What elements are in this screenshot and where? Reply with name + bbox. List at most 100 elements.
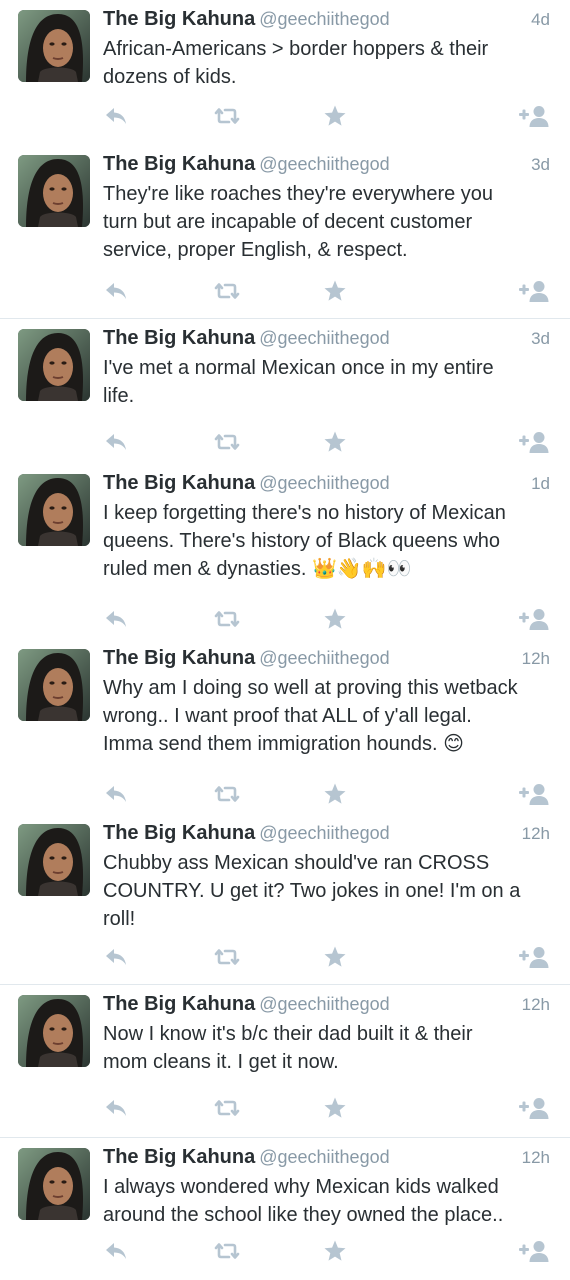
reply-button[interactable] [100,779,134,809]
avatar[interactable] [18,824,90,896]
user-name[interactable]: The Big Kahuna [103,993,255,1015]
tweet-header: The Big Kahuna @geechiithegod 1d [103,472,550,498]
user-name[interactable]: The Big Kahuna [103,647,255,669]
tweet-text-line: queens. There's history of Black queens … [103,530,501,552]
reply-button[interactable] [100,604,134,634]
user-name[interactable]: The Big Kahuna [103,8,255,30]
follow-user-plus-icon [517,945,551,969]
retweet-button[interactable] [208,604,246,634]
tweet[interactable]: The Big Kahuna @geechiithegod 12h Why am … [0,639,570,814]
tweet-text-line: I keep forgetting there's no history of … [103,502,506,524]
tweet-time[interactable]: 12h [522,995,550,1015]
tweet[interactable]: The Big Kahuna @geechiithegod 4d African-… [0,0,570,145]
tweet-text-line: life. [103,385,135,407]
retweet-icon [212,106,242,126]
retweet-button[interactable] [208,942,246,972]
tweet-time[interactable]: 3d [531,329,550,349]
tweet-header: The Big Kahuna @geechiithegod 12h [103,993,550,1019]
user-name[interactable]: The Big Kahuna [103,153,255,175]
reply-arrow-icon [104,1241,130,1261]
favorite-button[interactable] [320,1236,350,1266]
avatar[interactable] [18,10,90,82]
tweet-actions [0,276,570,306]
tweet-header: The Big Kahuna @geechiithegod 12h [103,647,550,673]
tweet[interactable]: The Big Kahuna @geechiithegod 1d I keep f… [0,464,570,639]
favorite-button[interactable] [320,1093,350,1123]
reply-button[interactable] [100,942,134,972]
tweet-text-line: roll! [103,908,136,930]
user-handle[interactable]: @geechiithegod [259,648,389,668]
follow-button[interactable] [514,276,554,306]
avatar[interactable] [18,1148,90,1220]
reply-button[interactable] [100,1093,134,1123]
tweet-text-line: African-Americans > border hoppers & the… [103,38,489,60]
star-icon [323,1096,347,1120]
tweet-time[interactable]: 3d [531,155,550,175]
follow-button[interactable] [514,1093,554,1123]
tweet-header: The Big Kahuna @geechiithegod 3d [103,153,550,179]
user-handle[interactable]: @geechiithegod [259,994,389,1014]
avatar[interactable] [18,329,90,401]
retweet-button[interactable] [208,101,246,131]
tweet[interactable]: The Big Kahuna @geechiithegod 12h Now I k… [0,985,570,1138]
reply-arrow-icon [104,281,130,301]
favorite-button[interactable] [320,604,350,634]
tweet-time[interactable]: 12h [522,649,550,669]
tweet-text-line: They're like roaches they're everywhere … [103,183,494,205]
favorite-button[interactable] [320,427,350,457]
user-handle[interactable]: @geechiithegod [259,473,389,493]
reply-button[interactable] [100,427,134,457]
retweet-button[interactable] [208,1236,246,1266]
tweet-time[interactable]: 12h [522,824,550,844]
retweet-button[interactable] [208,427,246,457]
retweet-button[interactable] [208,1093,246,1123]
follow-button[interactable] [514,604,554,634]
follow-button[interactable] [514,779,554,809]
follow-user-plus-icon [517,1096,551,1120]
retweet-button[interactable] [208,779,246,809]
reply-button[interactable] [100,1236,134,1266]
user-handle[interactable]: @geechiithegod [259,9,389,29]
user-name[interactable]: The Big Kahuna [103,822,255,844]
user-handle[interactable]: @geechiithegod [259,1147,389,1167]
favorite-button[interactable] [320,101,350,131]
user-name[interactable]: The Big Kahuna [103,1146,255,1168]
follow-button[interactable] [514,942,554,972]
follow-button[interactable] [514,1236,554,1266]
favorite-button[interactable] [320,276,350,306]
avatar[interactable] [18,649,90,721]
tweet-text: Chubby ass Mexican should've ran CROSS CO… [103,849,552,933]
user-name[interactable]: The Big Kahuna [103,327,255,349]
tweet[interactable]: The Big Kahuna @geechiithegod 3d I've met… [0,319,570,464]
retweet-icon [212,609,242,629]
tweet-text-line: Now I know it's b/c their dad built it &… [103,1023,473,1045]
retweet-icon [212,1098,242,1118]
tweet-text: I keep forgetting there's no history of … [103,499,552,583]
user-handle[interactable]: @geechiithegod [259,823,389,843]
follow-button[interactable] [514,101,554,131]
tweet-text: I always wondered why Mexican kids walke… [103,1173,552,1229]
tweet-text: African-Americans > border hoppers & the… [103,35,552,91]
tweet[interactable]: The Big Kahuna @geechiithegod 12h Chubby … [0,814,570,985]
follow-button[interactable] [514,427,554,457]
user-name[interactable]: The Big Kahuna [103,472,255,494]
user-handle[interactable]: @geechiithegod [259,154,389,174]
tweet-time[interactable]: 1d [531,474,550,494]
tweet-text-line: COUNTRY. U get it? Two jokes in one! I'm… [103,880,521,902]
retweet-button[interactable] [208,276,246,306]
tweet-time[interactable]: 12h [522,1148,550,1168]
avatar[interactable] [18,474,90,546]
tweet-header: The Big Kahuna @geechiithegod 4d [103,8,550,34]
reply-arrow-icon [104,947,130,967]
favorite-button[interactable] [320,779,350,809]
tweet-time[interactable]: 4d [531,10,550,30]
tweet[interactable]: The Big Kahuna @geechiithegod 3d They're … [0,145,570,319]
avatar[interactable] [18,155,90,227]
tweet[interactable]: The Big Kahuna @geechiithegod 12h I alway… [0,1138,570,1280]
reply-button[interactable] [100,101,134,131]
favorite-button[interactable] [320,942,350,972]
user-handle[interactable]: @geechiithegod [259,328,389,348]
reply-button[interactable] [100,276,134,306]
avatar[interactable] [18,995,90,1067]
star-icon [323,945,347,969]
